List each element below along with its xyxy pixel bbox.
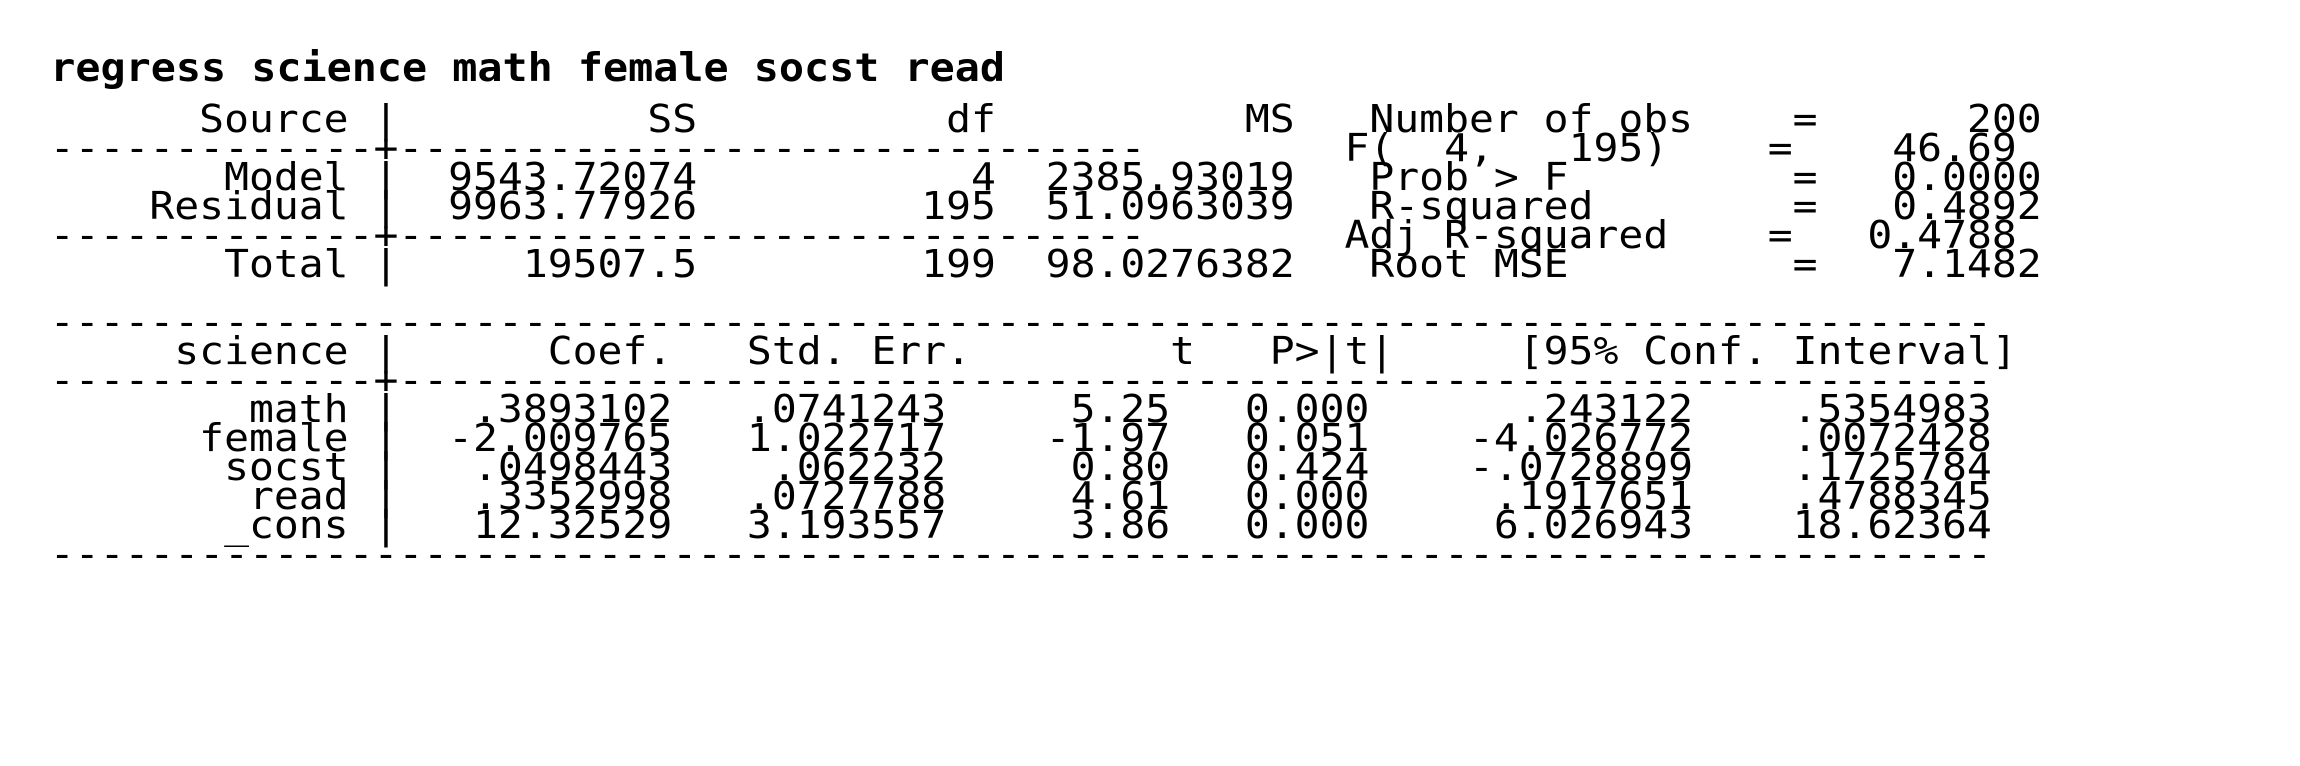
command-line: regress science math female socst read: [0, 4, 2300, 90]
anova-row-total: Total | 19507.5 199 98.0276382 Root MSE = 7.1…: [0, 201, 2300, 287]
coef-bottom-rule: ----------------------------------------…: [0, 491, 2300, 577]
coef-rule: ----------------------------------------…: [49, 534, 1992, 577]
